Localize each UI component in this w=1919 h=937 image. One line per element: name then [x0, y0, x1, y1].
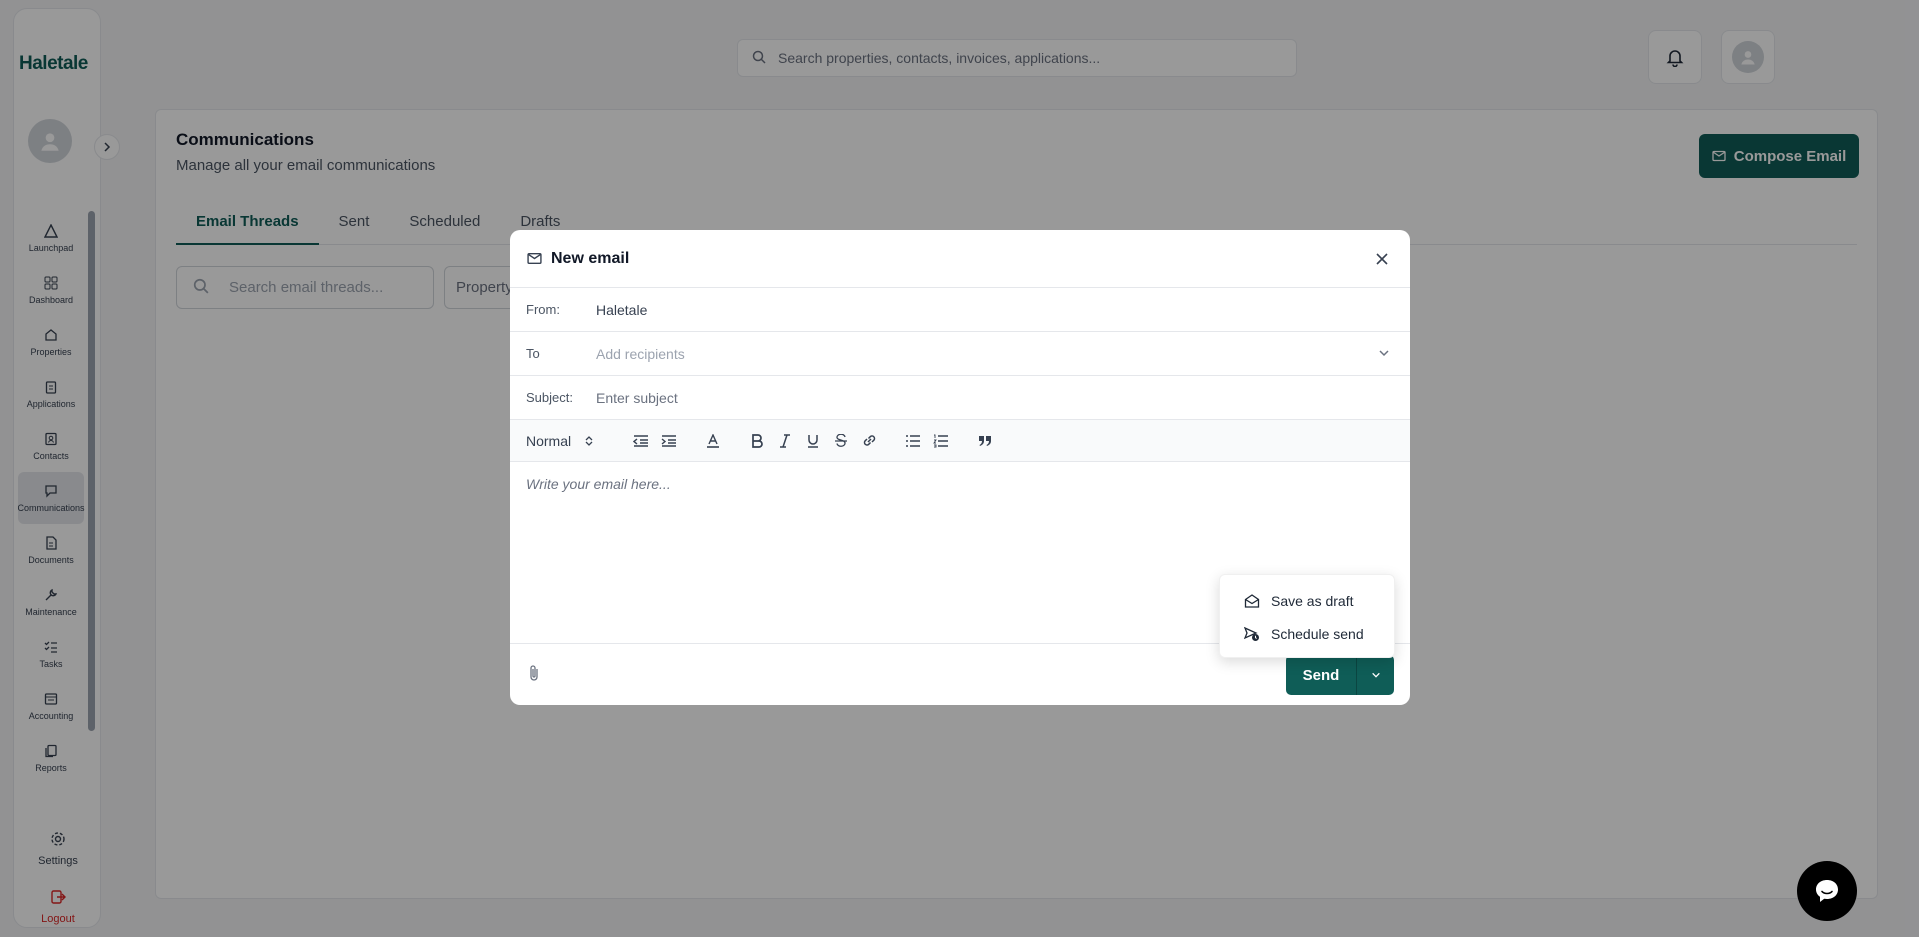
- menu-item-schedule-send[interactable]: Schedule send: [1244, 617, 1394, 650]
- blockquote-button[interactable]: [974, 430, 996, 452]
- format-select[interactable]: Normal: [526, 433, 614, 449]
- quote-icon: [979, 435, 991, 446]
- text-color-button[interactable]: [702, 430, 724, 452]
- from-value: Haletale: [596, 301, 648, 318]
- dialog-title: New email: [551, 249, 630, 267]
- from-label: From:: [526, 302, 560, 317]
- send-button[interactable]: Send: [1286, 655, 1356, 695]
- email-body-placeholder: Write your email here...: [526, 476, 671, 492]
- schedule-send-icon: [1244, 626, 1259, 641]
- close-icon: [1376, 253, 1388, 265]
- numbered-list-button[interactable]: [930, 430, 952, 452]
- indent-icon: [661, 434, 676, 447]
- bullet-list-button[interactable]: [902, 430, 924, 452]
- bold-icon: [752, 433, 763, 448]
- new-email-dialog: New email From: Haletale To Add recipien…: [510, 230, 1410, 705]
- menu-item-save-draft[interactable]: Save as draft: [1244, 584, 1394, 617]
- mail-icon: [527, 252, 542, 265]
- menu-item-label: Schedule send: [1271, 625, 1364, 642]
- format-select-value: Normal: [526, 432, 572, 449]
- bold-button[interactable]: [746, 430, 768, 452]
- bullet-list-icon: [906, 434, 920, 447]
- strikethrough-button[interactable]: [830, 430, 852, 452]
- chat-widget-button[interactable]: [1797, 861, 1857, 921]
- dialog-header: New email: [510, 230, 1410, 288]
- to-label: To: [526, 346, 540, 361]
- from-row: From: Haletale: [510, 288, 1410, 332]
- subject-field[interactable]: Subject: Enter subject: [510, 376, 1410, 420]
- select-arrows-icon: [585, 435, 593, 446]
- numbered-list-icon: [933, 434, 948, 447]
- indent-button[interactable]: [658, 430, 680, 452]
- outdent-button[interactable]: [630, 430, 652, 452]
- send-options-button[interactable]: [1356, 655, 1394, 695]
- mail-open-icon: [1244, 593, 1260, 608]
- subject-placeholder: Enter subject: [596, 389, 678, 406]
- underline-icon: [808, 434, 818, 448]
- to-field[interactable]: To Add recipients: [510, 332, 1410, 376]
- to-placeholder: Add recipients: [596, 345, 685, 362]
- link-icon: [863, 435, 875, 446]
- underline-button[interactable]: [802, 430, 824, 452]
- menu-item-label: Save as draft: [1271, 592, 1354, 609]
- subject-label: Subject:: [526, 390, 573, 405]
- send-button-group: Send: [1286, 655, 1394, 695]
- italic-button[interactable]: [774, 430, 796, 452]
- outdent-icon: [633, 434, 648, 447]
- chevron-down-icon: [1379, 350, 1389, 357]
- italic-icon: [780, 433, 790, 448]
- send-options-menu: Save as draft Schedule send: [1219, 574, 1395, 658]
- chat-bubble-icon: [1816, 880, 1838, 902]
- chevron-down-icon: [1371, 672, 1380, 678]
- paperclip-icon: [530, 665, 538, 681]
- editor-toolbar: Normal: [510, 420, 1410, 462]
- close-button[interactable]: [1372, 249, 1392, 269]
- text-color-icon: [707, 433, 719, 448]
- attach-button[interactable]: [528, 664, 540, 687]
- link-button[interactable]: [858, 430, 880, 452]
- strikethrough-icon: [835, 433, 847, 447]
